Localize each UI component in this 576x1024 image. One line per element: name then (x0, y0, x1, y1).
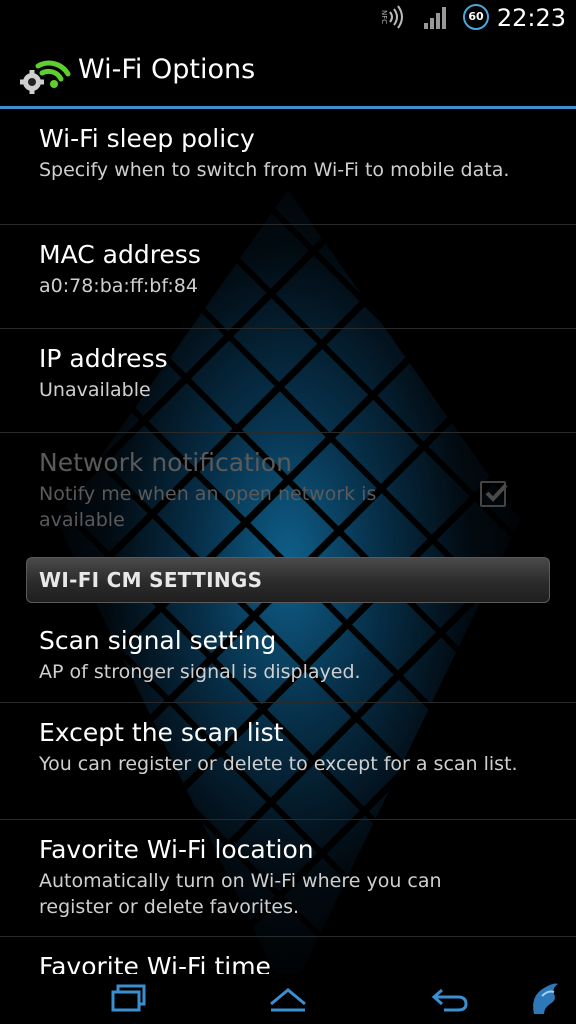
setting-title: Network notification (39, 448, 292, 477)
action-bar: Wi-Fi Options (0, 36, 576, 109)
setting-ip-address[interactable]: IP address Unavailable (0, 329, 576, 433)
section-header-wifi-cm: WI-FI CM SETTINGS (26, 557, 550, 603)
back-icon[interactable] (430, 984, 470, 1014)
setting-mac-address[interactable]: MAC address a0:78:ba:ff:bf:84 (0, 225, 576, 329)
home-icon[interactable] (268, 984, 308, 1014)
nfc-label: NFC (380, 10, 388, 24)
setting-title: Favorite Wi-Fi location (39, 835, 314, 864)
setting-except-scan-list[interactable]: Except the scan list You can register or… (0, 703, 576, 820)
navigation-bar (0, 974, 576, 1024)
app-logo-icon[interactable] (528, 978, 562, 1018)
status-bar: NFC 60 22:23 (0, 0, 576, 36)
setting-summary: You can register or delete to except for… (39, 753, 518, 775)
signal-icon (424, 7, 446, 29)
page-title: Wi-Fi Options (78, 54, 256, 85)
setting-title: Wi-Fi sleep policy (39, 124, 255, 153)
recent-apps-icon[interactable] (110, 984, 148, 1014)
setting-favorite-location[interactable]: Favorite Wi-Fi location Automatically tu… (0, 820, 576, 937)
setting-network-notification: Network notification Notify me when an o… (0, 433, 576, 547)
setting-summary: Unavailable (39, 379, 151, 401)
setting-summary: Notify me when an open network is availa… (39, 483, 377, 531)
setting-title: MAC address (39, 240, 201, 269)
setting-title: Scan signal setting (39, 626, 277, 655)
setting-summary: Specify when to switch from Wi-Fi to mob… (39, 159, 510, 181)
setting-wifi-sleep-policy[interactable]: Wi-Fi sleep policy Specify when to switc… (0, 109, 576, 225)
nfc-icon: NFC (380, 5, 403, 29)
badge-icon: 60 (463, 4, 489, 30)
clock: 22:23 (496, 4, 566, 32)
setting-summary: AP of stronger signal is displayed. (39, 661, 361, 683)
network-notification-checkbox (480, 481, 508, 507)
check-icon (485, 483, 508, 502)
setting-scan-signal[interactable]: Scan signal setting AP of stronger signa… (0, 611, 576, 703)
wifi-settings-icon[interactable] (18, 46, 74, 98)
section-header-label: WI-FI CM SETTINGS (39, 568, 263, 592)
setting-summary: a0:78:ba:ff:bf:84 (39, 275, 198, 297)
setting-title: IP address (39, 344, 168, 373)
setting-title: Except the scan list (39, 718, 284, 747)
settings-list: Wi-Fi sleep policy Specify when to switc… (0, 109, 576, 997)
setting-summary: Automatically turn on Wi-Fi where you ca… (39, 870, 442, 918)
